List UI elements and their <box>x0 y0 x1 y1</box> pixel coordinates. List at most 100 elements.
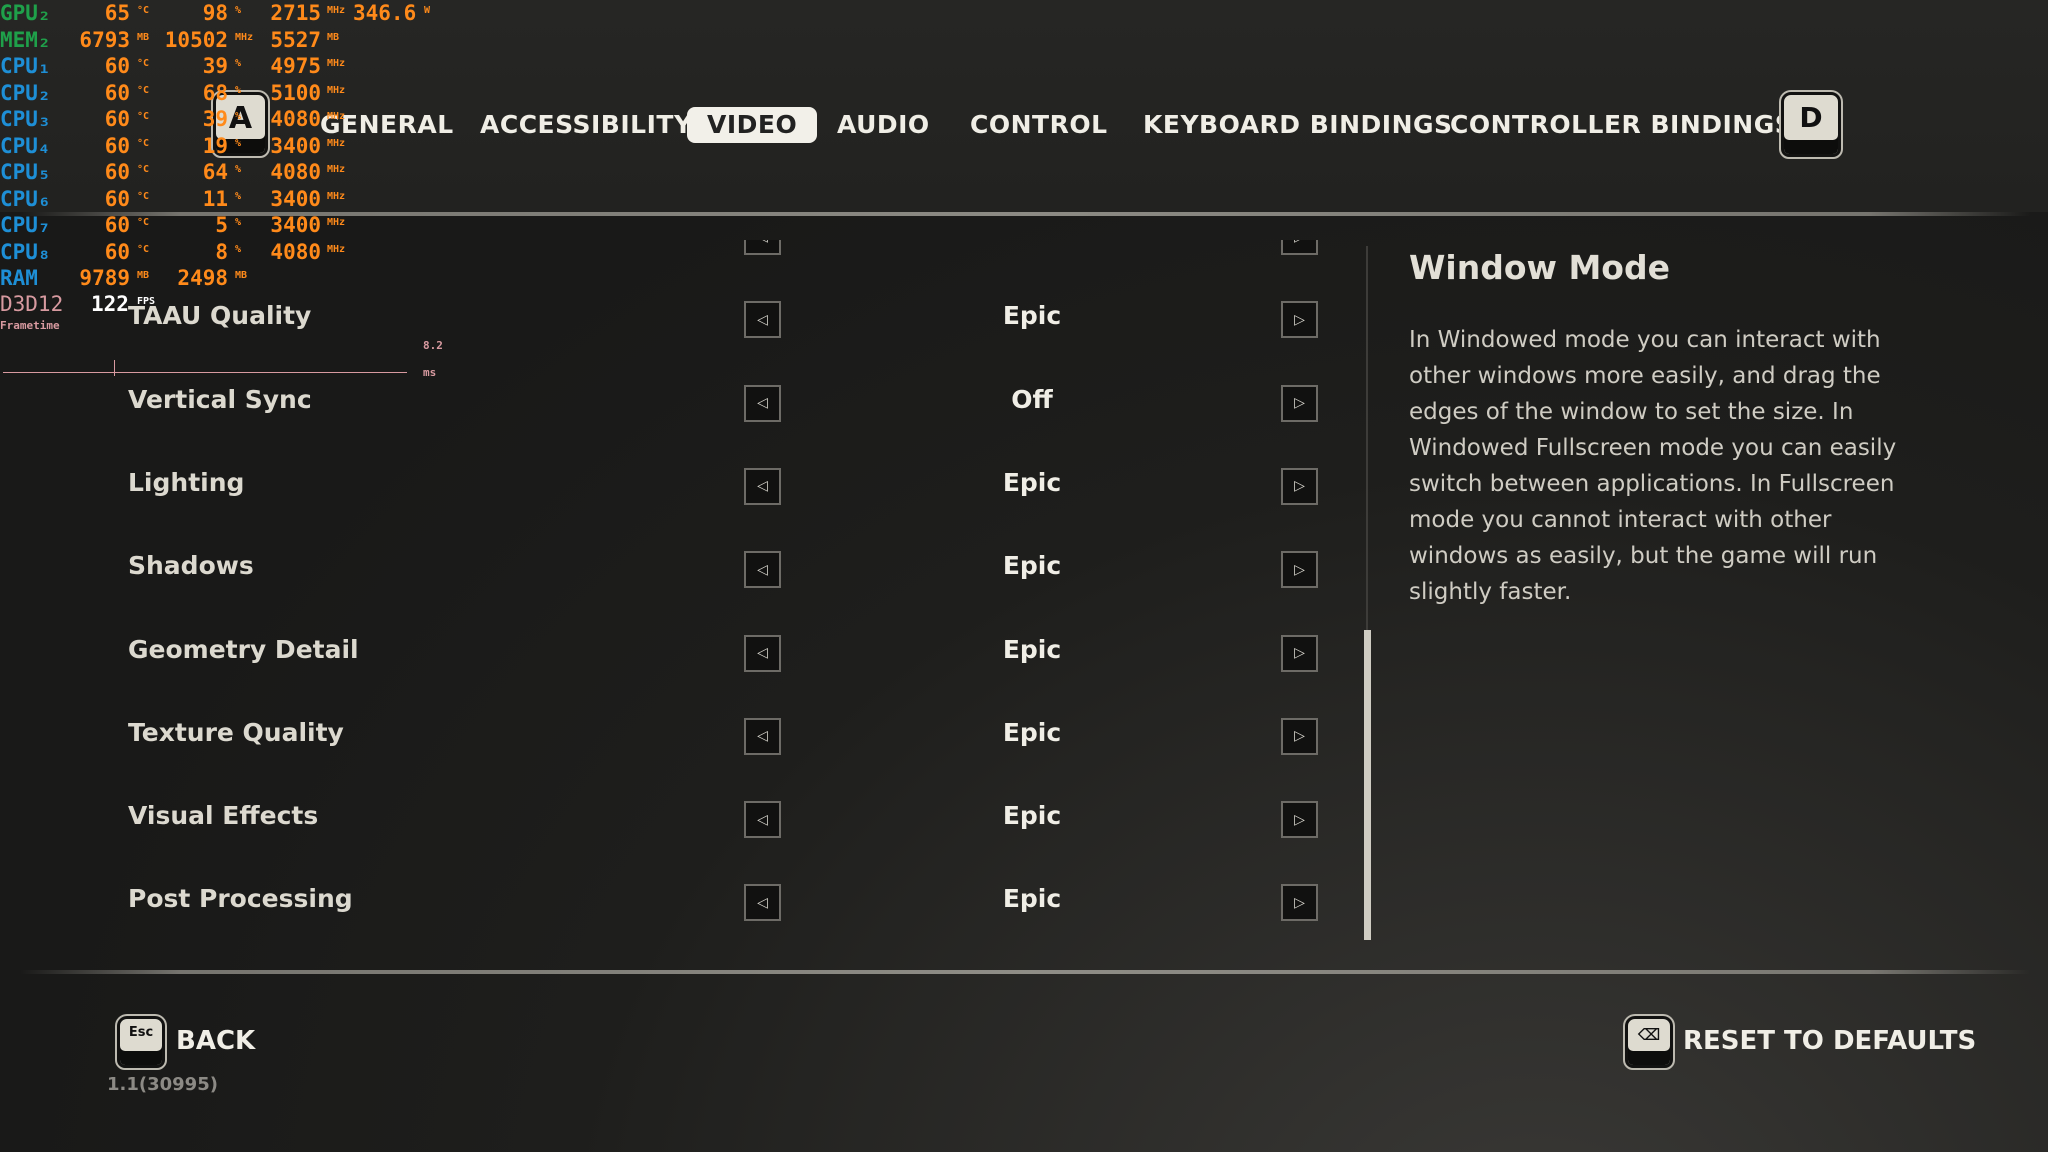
overlay-sensor-name: CPU₄ <box>0 133 51 158</box>
overlay-row: GPU₂ 65 °C 98% 2715 MHz 346.6 W <box>0 0 460 26</box>
overlay-sensor-name: CPU₆ <box>0 186 51 211</box>
overlay-value: 5527 <box>270 27 321 52</box>
increase-button[interactable]: ▷ <box>1281 240 1318 255</box>
increase-button[interactable]: ▷ <box>1281 634 1318 672</box>
overlay-unit: MHz <box>327 84 346 96</box>
overlay-unit: MHz <box>327 58 346 69</box>
backspace-key-icon[interactable]: ⌫ <box>1623 1014 1675 1070</box>
overlay-value: 8 <box>215 239 228 264</box>
overlay-row: MEM₂ 6793 MB 10502 MHz 5527 MB <box>0 27 460 53</box>
decrease-button[interactable]: ◁ <box>744 551 781 589</box>
overlay-sensor-name: CPU₁ <box>0 54 51 78</box>
overlay-sensor-name: CPU₈ <box>0 239 51 264</box>
overlay-unit: % <box>235 137 242 149</box>
reset-to-defaults-button[interactable]: RESET TO DEFAULTS <box>1683 1026 1976 1056</box>
overlay-unit: MHz <box>327 217 346 228</box>
overlay-unit: % <box>235 84 242 96</box>
overlay-unit: W <box>424 5 431 16</box>
increase-button[interactable]: ▷ <box>1281 301 1318 339</box>
setting-row: Post Processing ◁ Epic ▷ <box>0 872 1340 932</box>
overlay-value: 65 <box>104 1 130 25</box>
overlay-unit: °C <box>137 243 150 255</box>
overlay-row: CPU₄ 60 °C 19% 3400 MHz <box>0 133 460 159</box>
setting-label: Visual Effects <box>128 801 319 831</box>
increase-button[interactable]: ▷ <box>1281 467 1318 505</box>
overlay-unit: MB <box>235 270 248 281</box>
decrease-button[interactable]: ◁ <box>744 801 781 839</box>
tab-video[interactable]: VIDEO <box>687 107 818 143</box>
setting-row: TAAU Quality ◁ Epic ▷ <box>0 289 1340 349</box>
overlay-row: CPU₆ 60 °C 11% 3400 MHz <box>0 186 460 212</box>
overlay-value: 60 <box>104 160 130 184</box>
increase-button[interactable]: ▷ <box>1281 717 1318 755</box>
setting-value: Epic <box>1002 467 1062 497</box>
setting-value: Epic <box>1002 301 1062 331</box>
overlay-row: CPU₅ 60 °C 64% 4080 MHz <box>0 159 460 185</box>
overlay-value: 39 <box>202 54 228 78</box>
setting-label: TAAU Quality <box>128 301 312 331</box>
back-button[interactable]: BACK <box>176 1026 255 1056</box>
overlay-unit: °C <box>137 58 150 69</box>
overlay-value: 60 <box>104 239 130 264</box>
overlay-value: 4080 <box>270 107 321 131</box>
decrease-button[interactable]: ◁ <box>744 634 781 672</box>
overlay-value: 10502 <box>164 27 228 52</box>
overlay-unit: MHz <box>327 137 346 149</box>
setting-row: Visual Effects ◁ Epic ▷ <box>0 789 1340 849</box>
overlay-unit: °C <box>137 84 150 96</box>
overlay-value: 6793 <box>79 27 130 52</box>
overlay-unit: MHz <box>327 243 346 255</box>
decrease-button[interactable]: ◁ <box>744 384 781 422</box>
overlay-row: RAM 9789 MB 2498 MB <box>0 265 460 291</box>
tab-controller-bindings[interactable]: CONTROLLER BINDINGS <box>1450 107 1793 143</box>
decrease-button[interactable]: ◁ <box>744 467 781 505</box>
tab-accessibility[interactable]: ACCESSIBILITY <box>480 107 693 143</box>
setting-label: Texture Quality <box>128 717 344 747</box>
overlay-row: CPU₃ 60 °C 39% 4080 MHz <box>0 106 460 132</box>
overlay-value: 9789 <box>79 266 130 290</box>
overlay-unit: % <box>235 164 242 175</box>
overlay-unit: MHz <box>327 111 346 122</box>
setting-row: Geometry Detail ◁ Epic ▷ <box>0 623 1340 683</box>
overlay-unit: % <box>235 217 242 228</box>
next-tab-key-d[interactable]: D <box>1779 90 1843 159</box>
decrease-button[interactable]: ◁ <box>744 717 781 755</box>
help-description: In Windowed mode you can interact with o… <box>1409 327 1897 605</box>
overlay-value: 5 <box>215 213 228 237</box>
overlay-unit: MB <box>327 31 340 43</box>
overlay-sensor-name: CPU₅ <box>0 160 51 184</box>
overlay-value: 60 <box>104 133 130 158</box>
overlay-value: 3400 <box>270 133 321 158</box>
overlay-sensor-name: CPU₇ <box>0 213 51 237</box>
overlay-sensor-name: RAM <box>0 266 38 290</box>
overlay-fps: 122 <box>91 292 129 316</box>
increase-button[interactable]: ▷ <box>1281 884 1318 922</box>
overlay-unit: °C <box>137 164 150 175</box>
overlay-value: 3400 <box>270 186 321 211</box>
tab-control[interactable]: CONTROL <box>970 107 1108 143</box>
scrollbar-thumb[interactable] <box>1364 630 1371 940</box>
tab-keyboard-bindings[interactable]: KEYBOARD BINDINGS <box>1143 107 1453 143</box>
overlay-row: CPU₇ 60 °C 5% 3400 MHz <box>0 212 460 238</box>
overlay-sensor-name: CPU₂ <box>0 80 51 105</box>
overlay-row: CPU₁ 60 °C 39% 4975 MHz <box>0 53 460 79</box>
overlay-value: 68 <box>202 80 228 105</box>
decrease-button[interactable]: ◁ <box>744 240 781 255</box>
tab-audio[interactable]: AUDIO <box>837 107 930 143</box>
overlay-value: 2715 <box>270 1 321 25</box>
help-title: Window Mode <box>1409 248 1670 287</box>
overlay-fps-unit: FPS <box>137 296 156 307</box>
overlay-unit: °C <box>137 190 150 202</box>
increase-button[interactable]: ▷ <box>1281 801 1318 839</box>
increase-button[interactable]: ▷ <box>1281 384 1318 422</box>
setting-label: Lighting <box>128 467 245 497</box>
esc-key-icon[interactable]: Esc <box>115 1014 167 1070</box>
decrease-button[interactable]: ◁ <box>744 884 781 922</box>
settings-list: ◁▷TAAU Quality◁Epic▷Vertical Sync◁Off▷Li… <box>0 240 1340 960</box>
overlay-sensor-name: GPU₂ <box>0 1 51 25</box>
setting-row: Shadows ◁ Epic ▷ <box>0 539 1340 599</box>
overlay-unit: % <box>235 111 242 122</box>
decrease-button[interactable]: ◁ <box>744 301 781 339</box>
increase-button[interactable]: ▷ <box>1281 551 1318 589</box>
overlay-unit: °C <box>137 137 150 149</box>
